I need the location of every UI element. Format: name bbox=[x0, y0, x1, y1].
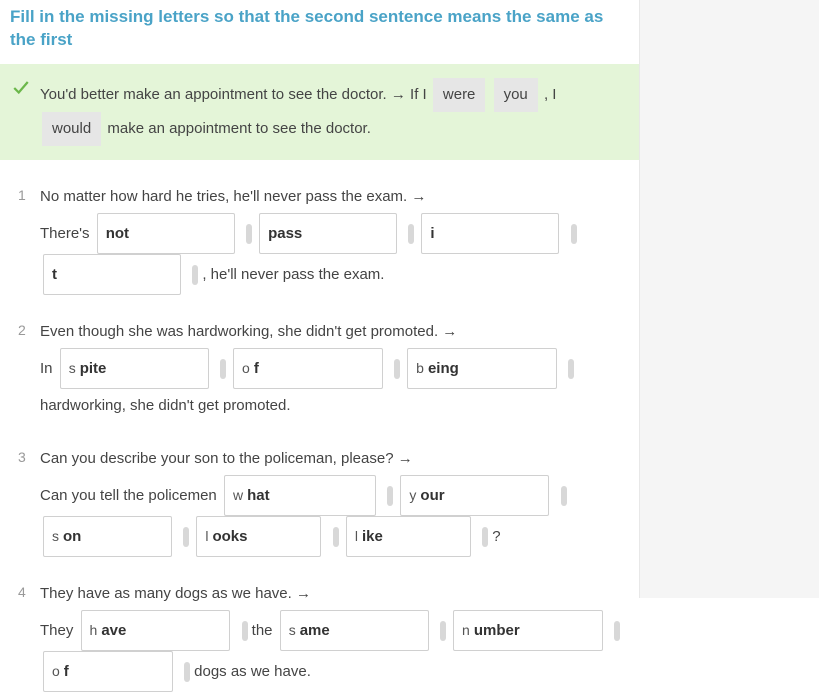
slider-handle[interactable] bbox=[387, 486, 393, 506]
example-text-mid: , I bbox=[544, 86, 557, 103]
letter-hint: s bbox=[52, 528, 59, 544]
answer-field[interactable] bbox=[212, 528, 312, 545]
answer-input[interactable]: o bbox=[233, 348, 383, 389]
letter-hint: l bbox=[205, 528, 208, 544]
question-prompt: Can you describe your son to the policem… bbox=[40, 450, 413, 467]
example-text-post: make an appointment to see the doctor. bbox=[107, 120, 371, 137]
slider-handle[interactable] bbox=[614, 621, 620, 641]
question-prompt: Even though she was hardworking, she did… bbox=[40, 323, 457, 340]
answer-field[interactable] bbox=[101, 622, 221, 639]
answer-input[interactable]: s bbox=[43, 516, 172, 557]
question-number: 3 bbox=[18, 442, 26, 473]
example-text-pre: You'd better make an appointment to see … bbox=[40, 86, 427, 103]
answer-field[interactable] bbox=[64, 663, 164, 680]
letter-hint: o bbox=[242, 360, 250, 376]
answer-mid-text: the bbox=[252, 622, 273, 639]
slider-handle[interactable] bbox=[220, 359, 226, 379]
answer-input[interactable]: s bbox=[60, 348, 209, 389]
slider-handle[interactable] bbox=[440, 621, 446, 641]
answer-field[interactable] bbox=[63, 528, 163, 545]
letter-hint: s bbox=[69, 360, 76, 376]
slider-handle[interactable] bbox=[394, 359, 400, 379]
answer-prefix-text: They bbox=[40, 622, 73, 639]
answer-input[interactable] bbox=[97, 213, 235, 254]
answer-field[interactable] bbox=[362, 528, 462, 545]
answer-input[interactable]: o bbox=[43, 651, 173, 692]
answer-field[interactable] bbox=[52, 266, 172, 283]
answer-prefix-text: In bbox=[40, 360, 53, 377]
answer-input[interactable]: n bbox=[453, 610, 603, 651]
question-number: 2 bbox=[18, 315, 26, 346]
answer-field[interactable] bbox=[420, 487, 540, 504]
answer-input[interactable]: y bbox=[400, 475, 549, 516]
slider-handle[interactable] bbox=[561, 486, 567, 506]
slider-handle[interactable] bbox=[192, 265, 198, 285]
question-3: 3 Can you describe your son to the polic… bbox=[0, 428, 639, 563]
slider-handle[interactable] bbox=[333, 527, 339, 547]
answer-input[interactable] bbox=[259, 213, 397, 254]
slider-handle[interactable] bbox=[184, 662, 190, 682]
question-number: 4 bbox=[18, 577, 26, 608]
answer-input[interactable]: l bbox=[196, 516, 321, 557]
answer-field[interactable] bbox=[247, 487, 367, 504]
slider-handle[interactable] bbox=[408, 224, 414, 244]
answer-field[interactable] bbox=[430, 225, 550, 242]
answer-field[interactable] bbox=[428, 360, 548, 377]
answer-suffix-text: hardworking, she didn't get promoted. bbox=[40, 397, 291, 414]
letter-hint: l bbox=[355, 528, 358, 544]
answer-suffix-text: , he'll never pass the exam. bbox=[202, 266, 384, 283]
side-panel bbox=[639, 0, 819, 598]
answer-prefix-text: Can you tell the policemen bbox=[40, 487, 217, 504]
slider-handle[interactable] bbox=[568, 359, 574, 379]
answer-field[interactable] bbox=[300, 622, 420, 639]
answer-input[interactable]: h bbox=[81, 610, 231, 651]
answer-suffix-text: dogs as we have. bbox=[194, 663, 311, 680]
question-2: 2 Even though she was hardworking, she d… bbox=[0, 301, 639, 428]
question-prompt: No matter how hard he tries, he'll never… bbox=[40, 188, 426, 205]
question-1: 1 No matter how hard he tries, he'll nev… bbox=[0, 166, 639, 301]
example-blank-3: would bbox=[42, 112, 101, 146]
letter-hint: y bbox=[409, 487, 416, 503]
letter-hint: o bbox=[52, 663, 60, 679]
answer-input[interactable]: w bbox=[224, 475, 376, 516]
letter-hint: s bbox=[289, 622, 296, 638]
slider-handle[interactable] bbox=[183, 527, 189, 547]
answer-field[interactable] bbox=[254, 360, 374, 377]
answer-prefix-text: There's bbox=[40, 225, 90, 242]
example-blank-2: you bbox=[494, 78, 538, 112]
question-number: 1 bbox=[18, 180, 26, 211]
question-4: 4 They have as many dogs as we have. → T… bbox=[0, 563, 639, 698]
slider-handle[interactable] bbox=[242, 621, 248, 641]
instructions-heading: Fill in the missing letters so that the … bbox=[0, 0, 639, 64]
answer-input[interactable]: s bbox=[280, 610, 429, 651]
letter-hint: w bbox=[233, 487, 243, 503]
answer-input[interactable]: l bbox=[346, 516, 471, 557]
questions-list: 1 No matter how hard he tries, he'll nev… bbox=[0, 160, 639, 698]
slider-handle[interactable] bbox=[246, 224, 252, 244]
answer-field[interactable] bbox=[106, 225, 226, 242]
letter-hint: h bbox=[90, 622, 98, 638]
example-blank-1: were bbox=[433, 78, 486, 112]
example-row: You'd better make an appointment to see … bbox=[0, 64, 639, 160]
answer-field[interactable] bbox=[268, 225, 388, 242]
letter-hint: n bbox=[462, 622, 470, 638]
letter-hint: b bbox=[416, 360, 424, 376]
answer-field[interactable] bbox=[80, 360, 200, 377]
answer-field[interactable] bbox=[474, 622, 594, 639]
answer-suffix-text: ? bbox=[492, 528, 500, 545]
question-prompt: They have as many dogs as we have. → bbox=[40, 585, 311, 602]
answer-input[interactable] bbox=[421, 213, 559, 254]
main-column: Fill in the missing letters so that the … bbox=[0, 0, 639, 698]
slider-handle[interactable] bbox=[571, 224, 577, 244]
slider-handle[interactable] bbox=[482, 527, 488, 547]
answer-input[interactable] bbox=[43, 254, 181, 295]
check-icon bbox=[12, 78, 30, 96]
answer-input[interactable]: b bbox=[407, 348, 557, 389]
